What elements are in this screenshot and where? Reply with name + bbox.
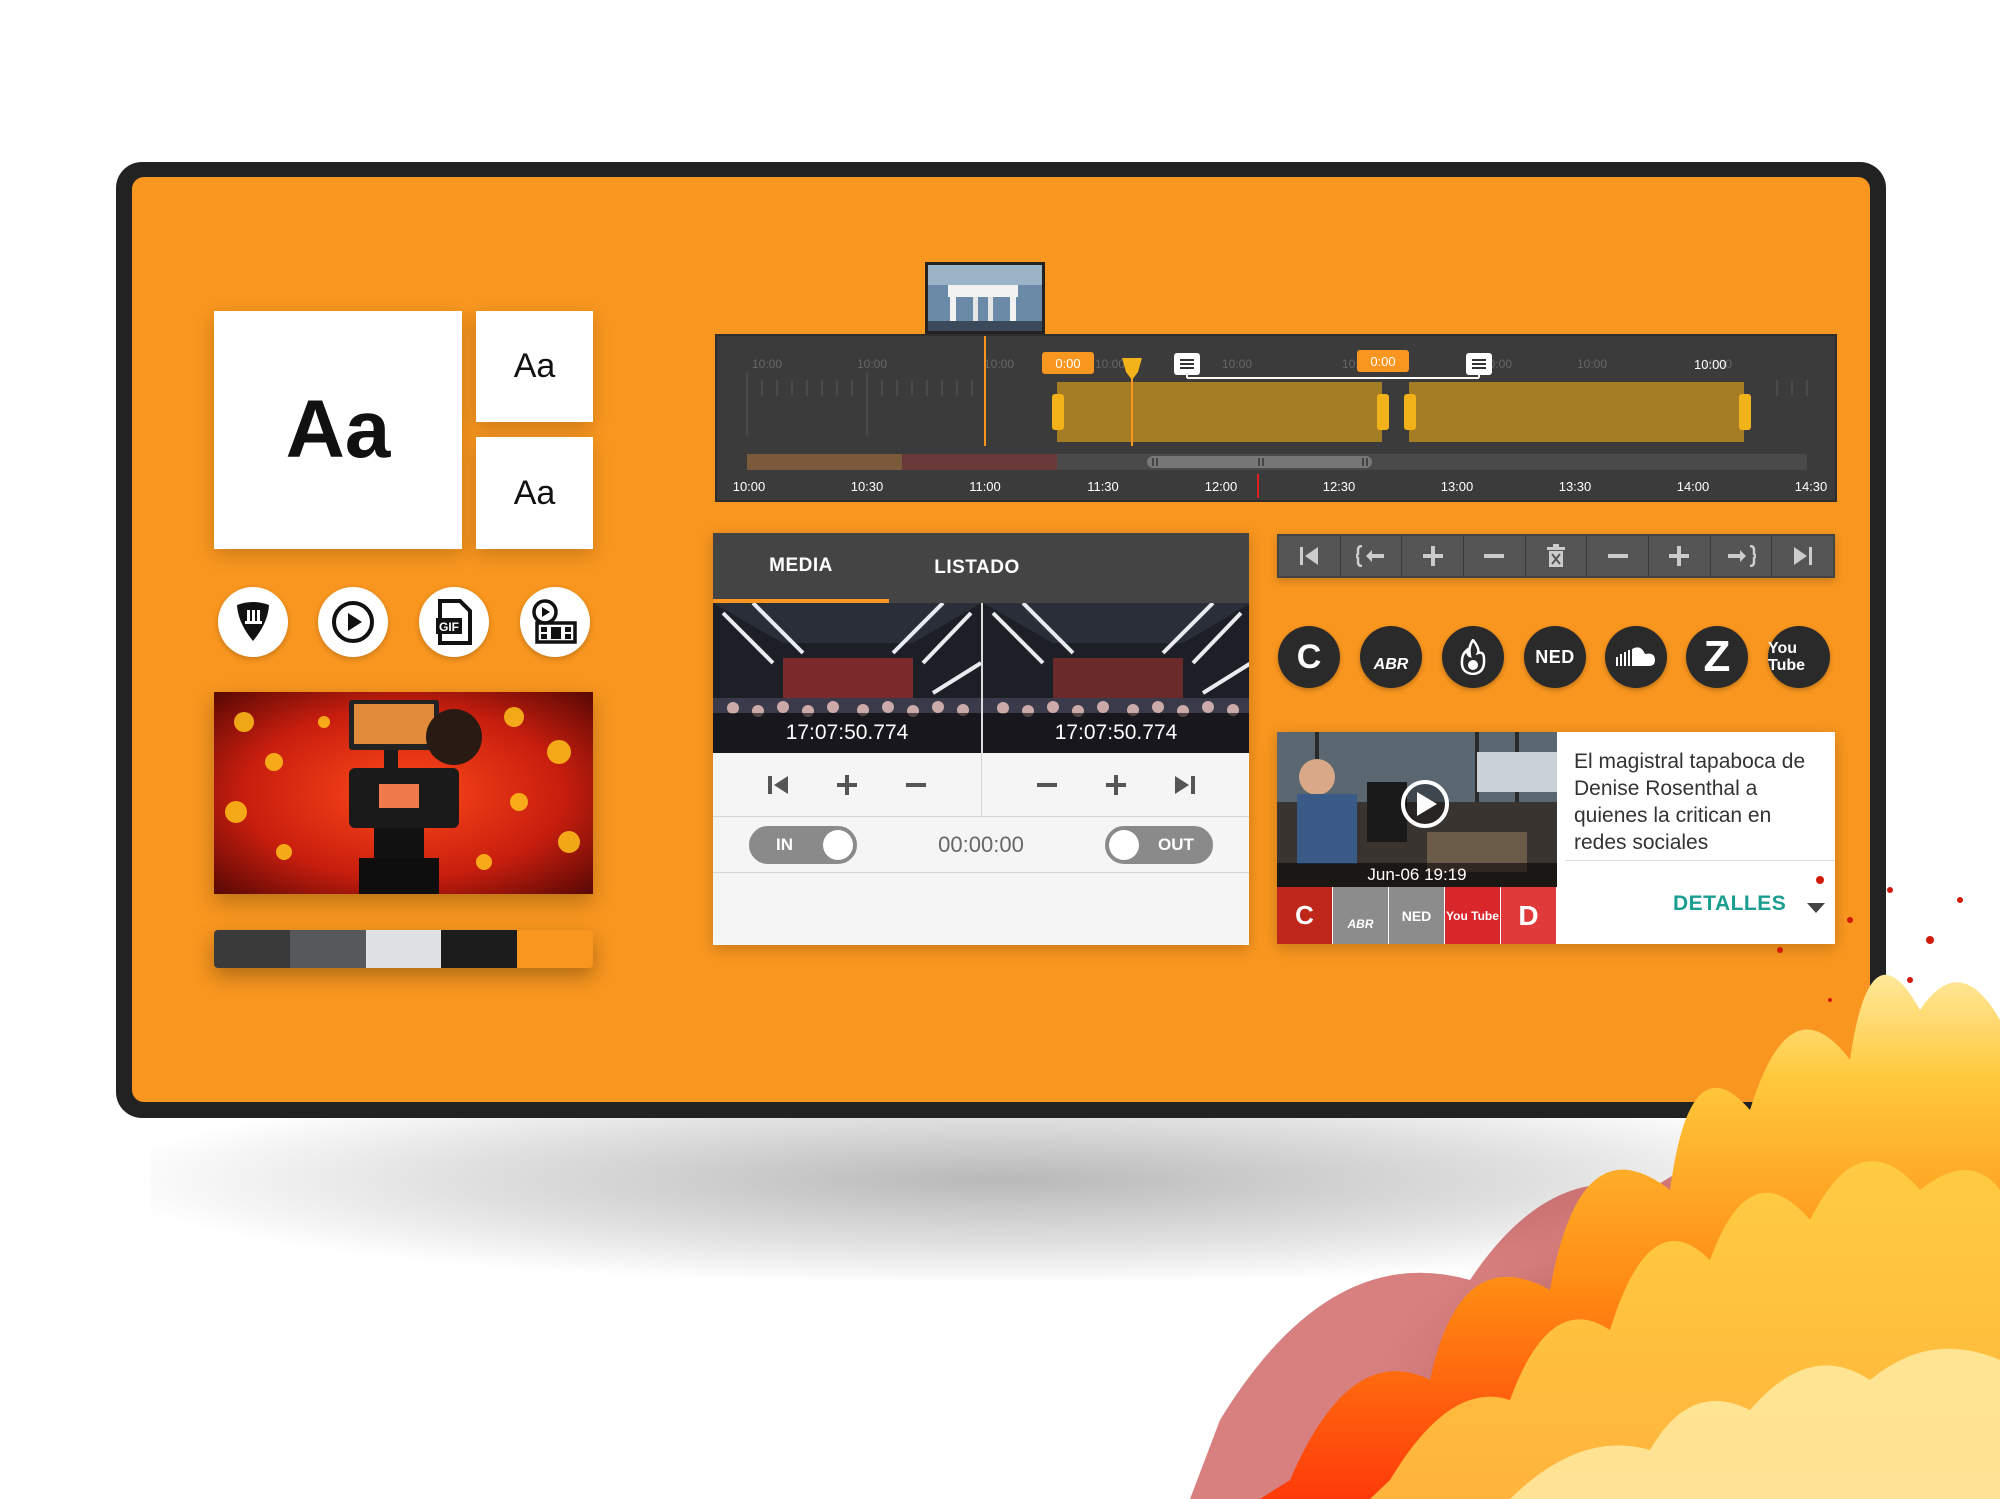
clip-duration-badge: 0:00 <box>1055 356 1080 371</box>
tick-label: 12:30 <box>1323 479 1356 494</box>
tick-label: 10:30 <box>851 479 884 494</box>
clip-toolbar <box>1277 534 1835 578</box>
faded-time-label: 10:00 <box>752 357 782 371</box>
svg-text:GIF: GIF <box>439 620 459 634</box>
media-tabs: MEDIA LISTADO <box>713 533 1249 603</box>
news-title[interactable]: El magistral tapaboca de Denise Rosentha… <box>1574 748 1824 856</box>
palette-swatch <box>214 930 290 968</box>
typography-tile-large: Aa <box>214 311 462 549</box>
typography-tile-small: Aa <box>476 437 593 549</box>
in-frame-preview: 17:07:50.774 <box>713 603 981 753</box>
brand-z-icon[interactable]: Z <box>1686 626 1748 688</box>
clip-duration-badge: 0:00 <box>1370 354 1395 369</box>
out-label: OUT <box>1157 834 1194 854</box>
toggle-knob <box>823 829 853 860</box>
typography-tile-small: Aa <box>476 311 593 422</box>
mark-out-icon[interactable] <box>1711 536 1773 576</box>
mockup-stage: Aa Aa Aa GIF 10:00 10:00 10:00 10:00 10:… <box>0 0 2000 1499</box>
minus-icon[interactable] <box>1464 536 1526 576</box>
tick-label: 11:00 <box>969 479 1001 494</box>
palette-swatch <box>441 930 518 968</box>
typography-sample: Aa <box>513 473 556 512</box>
tick-label: 12:00 <box>1205 479 1238 494</box>
out-frame-timestamp: 17:07:50.774 <box>983 713 1249 753</box>
soundcloud-icon[interactable] <box>1605 626 1667 688</box>
pick-icon[interactable] <box>218 587 288 657</box>
faded-time-label: 10:00 <box>857 357 887 371</box>
tab-listado[interactable]: LISTADO <box>889 533 1065 603</box>
skip-end-icon[interactable] <box>1772 536 1833 576</box>
faded-time-label: 10:00 <box>984 357 1014 371</box>
typography-sample: Aa <box>285 384 391 475</box>
toggle-knob <box>1108 829 1139 860</box>
delete-icon[interactable] <box>1526 536 1588 576</box>
palette-swatch <box>365 930 442 968</box>
camera-photo <box>214 692 593 894</box>
tab-media[interactable]: MEDIA <box>713 533 889 603</box>
out-minus-button[interactable] <box>1029 767 1065 803</box>
out-controls <box>981 753 1249 816</box>
youtube-icon[interactable]: You Tube <box>1768 626 1830 688</box>
in-toggle[interactable]: IN <box>749 825 857 864</box>
plus-icon[interactable] <box>1402 536 1465 576</box>
out-plus-button[interactable] <box>1098 767 1134 803</box>
skip-start-icon[interactable] <box>1279 536 1341 576</box>
typography-sample: Aa <box>513 347 556 385</box>
skip-end-button[interactable] <box>1167 767 1203 803</box>
color-palette <box>214 930 593 968</box>
faded-time-label: 10:00 <box>1577 357 1607 371</box>
palette-swatch <box>289 930 366 968</box>
flame-icon[interactable] <box>1442 626 1504 688</box>
mark-in-icon[interactable] <box>1341 536 1403 576</box>
play-circle-icon[interactable] <box>318 587 388 657</box>
plus-icon[interactable] <box>1649 536 1711 576</box>
minus-icon[interactable] <box>1587 536 1650 576</box>
brand-ned-icon[interactable]: NED <box>1524 626 1586 688</box>
video-file-icon[interactable] <box>520 587 590 657</box>
fire-decoration <box>1130 860 2000 1499</box>
faded-time-label: 10:00 <box>1222 357 1252 371</box>
tick-label: 13:30 <box>1559 479 1592 494</box>
frame-previews: 17:07:50.774 17:07:50.774 <box>713 603 1249 753</box>
brand-c-icon[interactable]: C <box>1278 626 1340 688</box>
faded-time-label: 10:00 <box>1095 357 1125 371</box>
gif-file-icon[interactable]: GIF <box>419 587 489 657</box>
frame-controls <box>713 753 1249 817</box>
timeline-preview-thumbnail <box>925 262 1045 334</box>
tick-label: 10:00 <box>733 479 766 494</box>
duration-readout: 00:00:00 <box>938 831 1024 857</box>
skip-start-button[interactable] <box>760 767 796 803</box>
tick-label: 11:30 <box>1087 479 1119 494</box>
in-minus-button[interactable] <box>898 767 934 803</box>
tick-label: 14:00 <box>1677 479 1710 494</box>
in-label: IN <box>776 834 793 854</box>
palette-swatch <box>517 930 593 968</box>
brand-abr-icon[interactable]: ABR <box>1360 626 1422 688</box>
in-controls <box>713 753 981 816</box>
in-frame-timestamp: 17:07:50.774 <box>713 713 981 753</box>
timeline-end-label: 10:00 <box>1694 357 1727 372</box>
tick-label: 13:00 <box>1441 479 1474 494</box>
tick-label: 14:30 <box>1795 479 1828 494</box>
in-plus-button[interactable] <box>829 767 865 803</box>
out-frame-preview: 17:07:50.774 <box>981 603 1249 753</box>
out-toggle[interactable]: OUT <box>1104 825 1213 864</box>
timeline-panel[interactable]: 10:00 10:00 10:00 10:00 10:00 10:00 10:0… <box>715 334 1837 502</box>
